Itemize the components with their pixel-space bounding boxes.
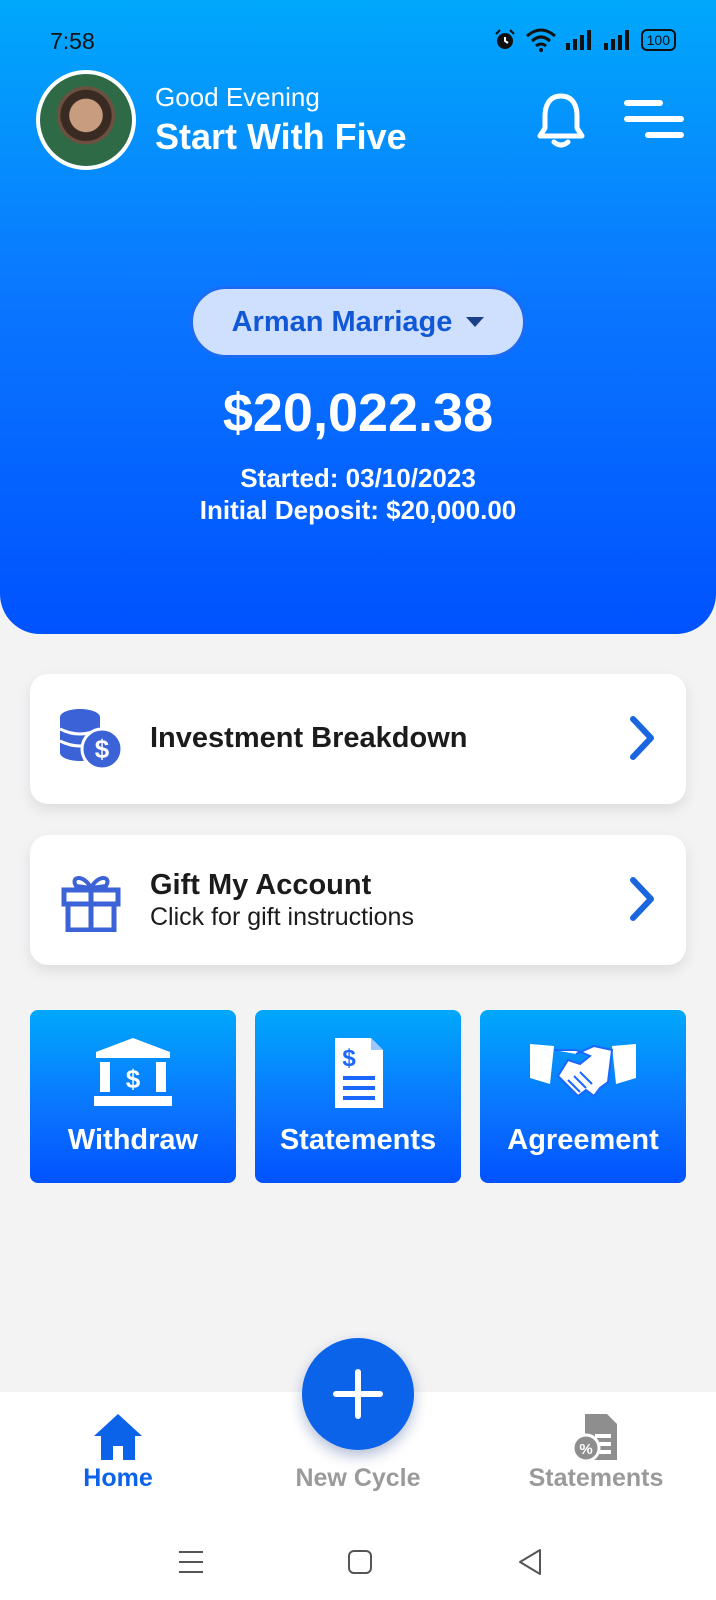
avatar[interactable]: [36, 70, 136, 170]
plus-icon: [333, 1369, 383, 1419]
card-subtitle: Click for gift instructions: [150, 903, 414, 931]
nav-statements[interactable]: % Statements: [496, 1392, 696, 1522]
start-date: Started: 03/10/2023: [240, 463, 476, 493]
status-time: 7:58: [50, 28, 95, 54]
document-dollar-icon: $: [335, 1038, 383, 1108]
svg-text:%: %: [579, 1441, 592, 1458]
system-nav-bar: [0, 1522, 716, 1600]
back-icon[interactable]: [510, 1542, 550, 1582]
home-icon: [94, 1414, 142, 1460]
tile-label: Statements: [279, 1124, 437, 1156]
withdraw-button[interactable]: $ Withdraw: [30, 1010, 236, 1183]
statements-icon: %: [571, 1414, 617, 1462]
nav-label: Home: [83, 1464, 153, 1492]
goal-dropdown[interactable]: Arman Marriage: [190, 286, 526, 358]
account-balance: $20,022.38: [222, 383, 494, 443]
status-bar: 7:58 100: [0, 0, 716, 80]
card-title: Investment Breakdown: [150, 722, 468, 754]
chevron-right-icon: [630, 716, 654, 760]
alarm-icon: [494, 29, 515, 49]
menu-icon[interactable]: [624, 98, 684, 140]
home-system-icon[interactable]: [340, 1542, 380, 1582]
nav-label: Statements: [528, 1464, 664, 1492]
tile-label: Agreement: [507, 1124, 659, 1156]
signal-icon: [603, 30, 629, 50]
svg-text:$: $: [342, 1045, 356, 1072]
statements-button[interactable]: $ Statements: [255, 1010, 461, 1183]
nav-home[interactable]: Home: [18, 1392, 218, 1522]
goal-dropdown-value: Arman Marriage: [231, 305, 453, 338]
new-cycle-button[interactable]: [302, 1338, 414, 1450]
coins-dollar-icon: $: [59, 709, 124, 771]
recent-apps-icon[interactable]: [171, 1542, 211, 1582]
gift-account-card[interactable]: Gift My Account Click for gift instructi…: [30, 835, 686, 965]
agreement-button[interactable]: Agreement: [480, 1010, 686, 1183]
bank-icon: $: [94, 1038, 172, 1106]
nav-label: New Cycle: [295, 1464, 421, 1492]
status-icons: 100: [493, 28, 676, 52]
gift-icon: [61, 876, 121, 932]
card-title: Gift My Account: [150, 869, 372, 901]
investment-breakdown-card[interactable]: $ Investment Breakdown: [30, 674, 686, 804]
chevron-right-icon: [630, 877, 654, 921]
svg-text:$: $: [95, 734, 110, 764]
chevron-down-icon: [466, 317, 485, 327]
wifi-icon: [525, 28, 556, 52]
initial-deposit: Initial Deposit: $20,000.00: [199, 495, 517, 525]
tile-label: Withdraw: [67, 1124, 199, 1156]
user-name: Start With Five: [155, 116, 407, 157]
signal-icon: [565, 30, 591, 50]
bell-icon[interactable]: [536, 92, 586, 148]
greeting: Good Evening: [155, 82, 320, 112]
svg-text:$: $: [126, 1064, 141, 1094]
battery-icon: 100: [640, 29, 676, 51]
handshake-icon: [530, 1044, 636, 1098]
